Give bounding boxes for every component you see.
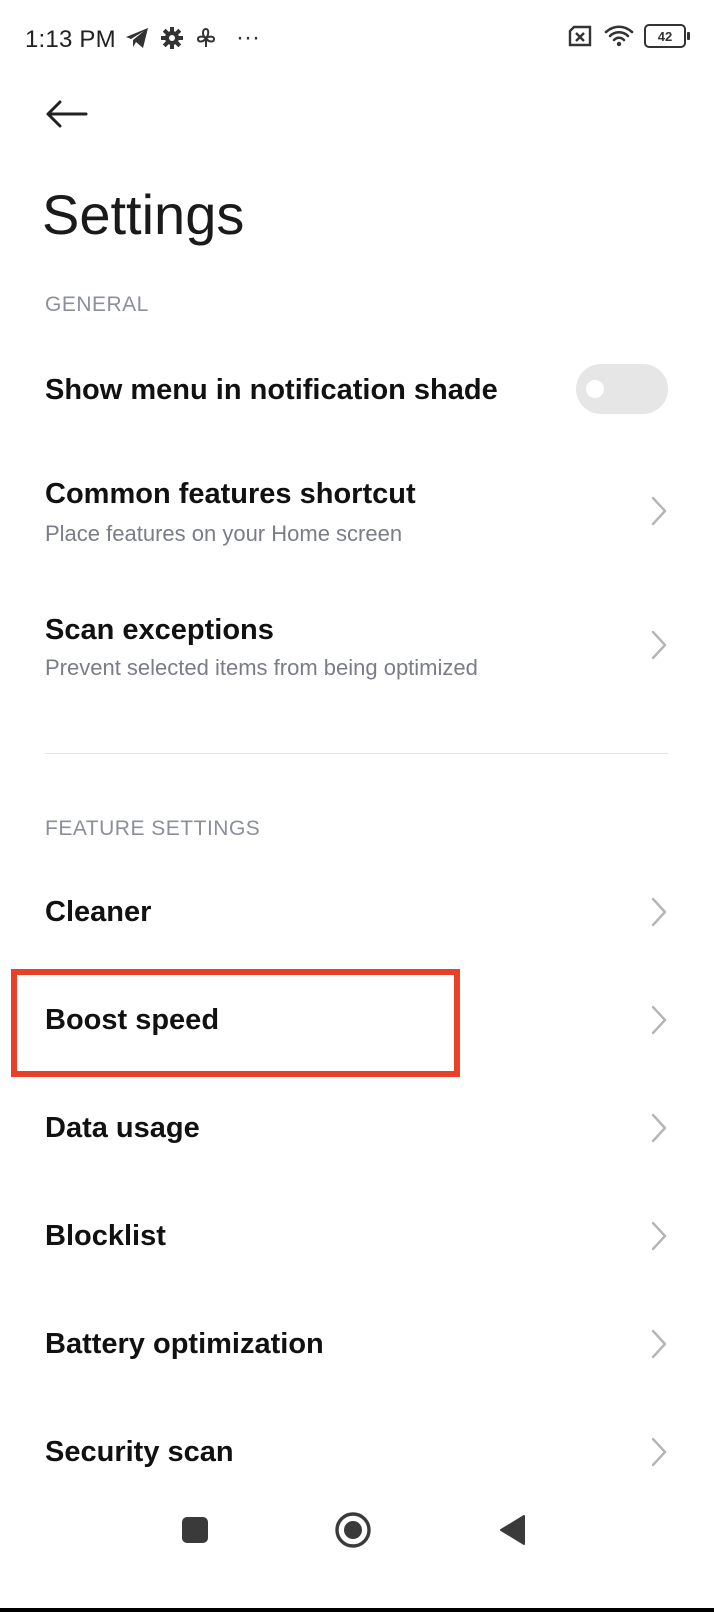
setting-show-menu-notification-shade[interactable]: Show menu in notification shade xyxy=(0,340,714,438)
setting-subtitle: Place features on your Home screen xyxy=(45,521,403,546)
setting-boost-speed[interactable]: Boost speed xyxy=(0,966,714,1074)
setting-cleaner[interactable]: Cleaner xyxy=(0,858,714,966)
setting-title: Security scan xyxy=(45,1436,234,1468)
wifi-icon xyxy=(604,25,634,47)
back-button[interactable] xyxy=(40,92,92,136)
setting-title: Common features shortcut xyxy=(45,478,416,510)
back-nav-button[interactable] xyxy=(482,1500,542,1560)
home-button[interactable] xyxy=(323,1500,383,1560)
battery-icon: 42 xyxy=(644,24,690,48)
home-circle-icon xyxy=(335,1512,371,1548)
telegram-icon xyxy=(126,28,148,48)
arrow-left-icon xyxy=(46,100,88,128)
recents-square-icon xyxy=(182,1517,208,1543)
fan-icon xyxy=(196,27,216,47)
setting-scan-exceptions[interactable]: Scan exceptions Prevent selected items f… xyxy=(0,592,714,702)
setting-common-features-shortcut[interactable]: Common features shortcut Place features … xyxy=(0,456,714,566)
setting-title: Cleaner xyxy=(45,896,152,928)
setting-title: Boost speed xyxy=(45,1004,220,1036)
status-bar: 1:13 PM ··· 42 xyxy=(0,0,714,80)
setting-battery-optimization[interactable]: Battery optimization xyxy=(0,1290,714,1398)
chevron-right-icon xyxy=(651,897,667,927)
more-dots-icon: ··· xyxy=(236,24,260,51)
chevron-right-icon xyxy=(651,630,667,660)
setting-title: Battery optimization xyxy=(45,1328,324,1360)
gear-icon xyxy=(161,27,183,49)
bottom-edge xyxy=(0,1608,714,1612)
setting-title: Scan exceptions xyxy=(45,614,274,646)
chevron-right-icon xyxy=(651,1221,667,1251)
setting-subtitle: Prevent selected items from being optimi… xyxy=(45,655,478,680)
setting-title: Data usage xyxy=(45,1112,200,1144)
notification-shade-toggle[interactable] xyxy=(576,364,668,414)
status-right-icons: 42 xyxy=(568,24,690,48)
chevron-right-icon xyxy=(651,1113,667,1143)
status-left-icons: ··· xyxy=(124,24,260,52)
chevron-right-icon xyxy=(651,496,667,526)
setting-title: Blocklist xyxy=(45,1220,166,1252)
chevron-right-icon xyxy=(651,1437,667,1467)
toggle-knob xyxy=(586,380,604,398)
section-header-feature-settings: FEATURE SETTINGS xyxy=(45,817,261,840)
sim-x-icon xyxy=(568,25,592,47)
page-title: Settings xyxy=(42,183,245,246)
section-header-general: GENERAL xyxy=(45,293,149,316)
navigation-bar xyxy=(0,1486,714,1586)
status-time: 1:13 PM xyxy=(25,26,116,53)
setting-blocklist[interactable]: Blocklist xyxy=(0,1182,714,1290)
section-divider xyxy=(45,753,668,754)
battery-level: 42 xyxy=(657,28,673,44)
chevron-right-icon xyxy=(651,1329,667,1359)
setting-security-scan[interactable]: Security scan xyxy=(0,1398,714,1498)
chevron-right-icon xyxy=(651,1005,667,1035)
setting-title: Show menu in notification shade xyxy=(45,374,498,406)
recents-button[interactable] xyxy=(165,1500,225,1560)
back-triangle-icon xyxy=(500,1515,525,1545)
setting-data-usage[interactable]: Data usage xyxy=(0,1074,714,1182)
